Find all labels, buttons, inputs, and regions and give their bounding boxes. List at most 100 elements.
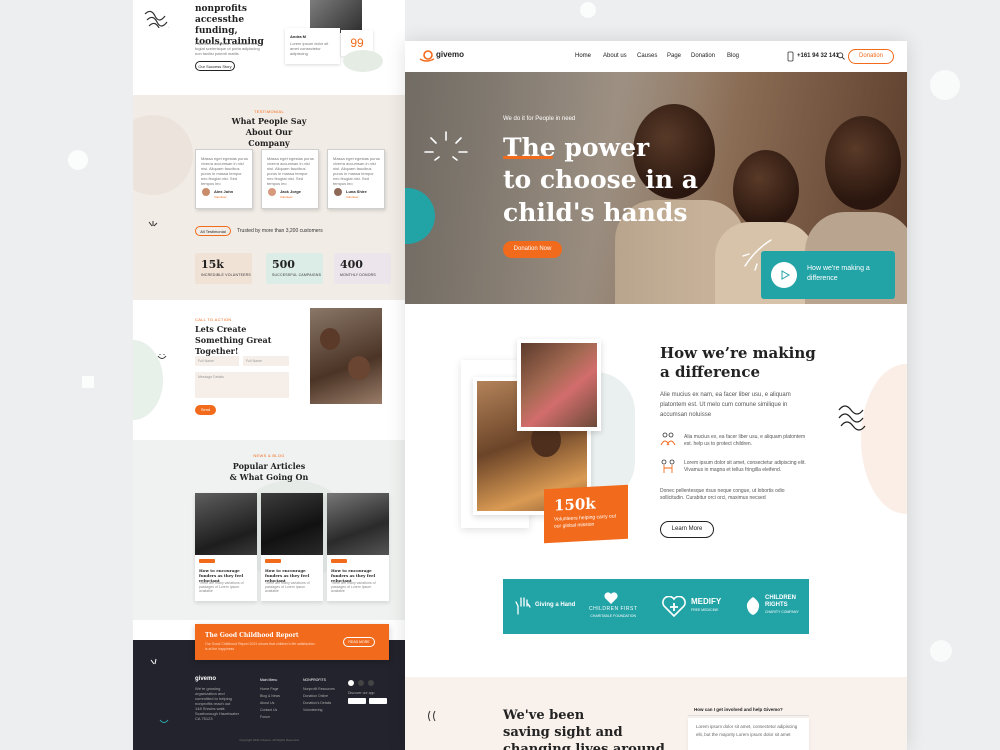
decor-blob [861, 364, 907, 514]
report-read-more-button[interactable]: READ MORE [343, 637, 375, 647]
app-store-button[interactable] [369, 698, 387, 704]
footer-col2-item[interactable]: Nonprofit Resources [303, 687, 335, 691]
quote-text: Lorem ipsum dolor sit amet consectetur a… [290, 41, 329, 56]
navbar: givemo Home About us Causes Page Donatio… [405, 41, 907, 72]
nav-home[interactable]: Home [575, 53, 591, 59]
footer-col2-item[interactable]: Donation's Details [303, 701, 331, 705]
quote-card: Andra M Lorem ipsum dolor sit amet conse… [285, 28, 340, 64]
report-title: The Good Childhood Report [205, 632, 299, 639]
testimonial-role: Volunteer [280, 195, 293, 199]
footer-col1-item[interactable]: Contact Us [260, 708, 277, 712]
google-play-button[interactable] [348, 698, 366, 704]
stat-card: 400 MONTHLY DONORS [334, 253, 391, 284]
bg-dot [68, 150, 88, 170]
social-icon[interactable] [368, 680, 374, 686]
partner-giving-a-hand: Giving a Hand [535, 602, 575, 609]
report-text: Our Good Childhood Report 2021 shows tha… [205, 642, 315, 651]
trusted-text: Trusted by more than 3,200 customers [237, 228, 323, 234]
decor-blob [343, 50, 383, 72]
stat-value: 15k [201, 258, 224, 271]
video-label: How we're making a difference [807, 265, 870, 282]
family-icon [661, 459, 675, 473]
about-body2: Donec pellentesque risus neque congue, u… [660, 488, 785, 501]
cta-photo [310, 308, 382, 404]
all-testimonial-button[interactable]: All Testimonial [195, 226, 231, 236]
faq-question[interactable]: How can I get involved and help Givemo? [688, 707, 809, 716]
logo-text[interactable]: givemo [436, 50, 464, 59]
footer-logo[interactable]: givemo [195, 676, 216, 682]
video-card[interactable]: How we're making a difference [761, 251, 895, 299]
social-icon[interactable] [358, 680, 364, 686]
stat-label: INCREDIBLE VOLUNTEERS [201, 273, 251, 277]
learn-more-button[interactable]: Learn More [660, 521, 714, 538]
testimonial-name: Alex John [214, 189, 234, 194]
partner-name: CHILDREN RIGHTS [765, 595, 796, 608]
article-card[interactable]: How to encourage funders as they feel re… [327, 493, 389, 601]
quote-doodle-icon [428, 710, 436, 722]
last-name-input[interactable]: Full Name [243, 356, 289, 366]
testimonial-card: Massa eget egestas purus viverra accumsa… [261, 149, 319, 209]
partner-name: CHILDREN FIRST [589, 606, 638, 612]
testimonial-card: Massa eget egestas purus viverra accumsa… [327, 149, 385, 209]
search-icon[interactable] [837, 52, 845, 60]
footer-col1-item[interactable]: Home Page [260, 687, 278, 691]
bottom-section: We've been saving sight and changing liv… [405, 677, 907, 750]
hand-icon [515, 597, 531, 615]
medical-heart-icon [662, 596, 686, 618]
nav-causes[interactable]: Causes [637, 53, 657, 59]
testimonial-text: Massa eget egestas purus viverra accumsa… [201, 156, 248, 186]
testimonials-eyebrow: TESTIMONIAL [254, 109, 284, 114]
article-tag [265, 559, 281, 563]
article-card[interactable]: How to encourage funders as they feel re… [195, 493, 257, 601]
stat-value: 400 [340, 258, 363, 271]
footer-col1-item[interactable]: Forum [260, 715, 270, 719]
article-tag [331, 559, 347, 563]
footer-col2-item[interactable]: Volunteering [303, 708, 322, 712]
squiggle-icon [144, 10, 169, 28]
article-card[interactable]: How to encourage funders as they feel re… [261, 493, 323, 601]
stat-label: Volunteers helping carry out our global … [554, 513, 616, 530]
article-tag [199, 559, 215, 563]
squiggle-icon [838, 405, 866, 431]
partner-sub: CHARITY COMPANY [765, 610, 799, 614]
right-page-preview: givemo Home About us Causes Page Donatio… [405, 41, 907, 750]
phone-icon [787, 51, 794, 62]
avatar [334, 188, 342, 196]
hero-section: We do it for People in need The power to… [405, 72, 907, 312]
footer-col1-item[interactable]: Blog & News [260, 694, 280, 698]
hero-eyebrow: We do it for People in need [503, 116, 576, 122]
feature-text: Lorem ipsum dolor sit amet, consectetur … [684, 460, 806, 473]
footer-address: 148 Shrubs walk Scarborough Hazelwater C… [195, 706, 240, 721]
message-input[interactable]: Message Details [195, 372, 289, 398]
donation-button[interactable]: Donation [848, 49, 894, 64]
first-name-input[interactable]: Full Name [195, 356, 239, 366]
footer-col2-item[interactable]: Donation Online [303, 694, 328, 698]
articles-heading: Popular Articles & What Going On [229, 461, 309, 482]
nav-donation[interactable]: Donation [691, 53, 715, 59]
children-icon [660, 432, 676, 446]
bg-dot [930, 70, 960, 100]
about-section: 150k Volunteers helping carry out our gl… [405, 304, 907, 677]
testimonials-heading: What People Say About Our Company [231, 116, 307, 148]
nav-about[interactable]: About us [603, 53, 627, 59]
send-button[interactable]: Send [195, 405, 216, 415]
nav-blog[interactable]: Blog [727, 53, 739, 59]
report-banner: The Good Childhood Report Our Good Child… [195, 624, 389, 660]
article-image [195, 493, 257, 555]
collage-photo-top [517, 339, 601, 431]
cta-heading: Lets Create Something Great Together! [195, 324, 272, 356]
social-icon[interactable] [348, 680, 354, 686]
footer-col1-item[interactable]: About Us [260, 701, 274, 705]
article-excerpt: There are many variations of passages of… [331, 581, 376, 593]
about-heading: How we’re making a difference [660, 344, 816, 381]
donation-now-button[interactable]: Donation Now [503, 241, 562, 258]
bottom-heading-line1: We've been [503, 708, 585, 723]
bg-square [82, 376, 94, 388]
stat-label: SUCCESSFUL CAMPAIGNS [272, 273, 322, 277]
smile-doodle-icon [159, 719, 169, 723]
sparkle-icon [424, 131, 468, 161]
top-body: Faucibus accumsan sollicitudin arcu fugi… [195, 41, 260, 56]
nav-page[interactable]: Page [667, 53, 681, 59]
our-success-story-button[interactable]: Our Success Story [195, 61, 235, 71]
partners-strip: Giving a Hand CHILDREN FIRST CHARITABLE F… [503, 579, 809, 634]
